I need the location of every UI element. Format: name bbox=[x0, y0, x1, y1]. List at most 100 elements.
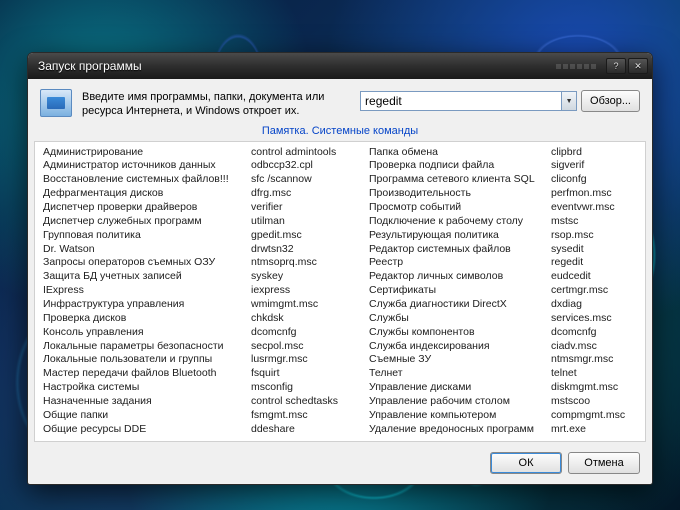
command-item[interactable]: Удаление вредоносных программ bbox=[369, 423, 543, 437]
command-item[interactable]: ntmsmgr.msc bbox=[551, 353, 637, 367]
command-item[interactable]: Администратор источников данных bbox=[43, 159, 243, 173]
command-item[interactable]: Инфраструктура управления bbox=[43, 298, 243, 312]
command-col-names-1: АдминистрированиеАдминистратор источнико… bbox=[43, 146, 243, 437]
command-item[interactable]: services.msc bbox=[551, 312, 637, 326]
command-item[interactable]: gpedit.msc bbox=[251, 229, 361, 243]
command-item[interactable]: ciadv.msc bbox=[551, 340, 637, 354]
command-item[interactable]: Общие папки bbox=[43, 409, 243, 423]
command-item[interactable]: secpol.msc bbox=[251, 340, 361, 354]
command-item[interactable]: sysedit bbox=[551, 243, 637, 257]
command-item[interactable]: ntmsoprq.msc bbox=[251, 256, 361, 270]
command-item[interactable]: Назначенные задания bbox=[43, 395, 243, 409]
command-item[interactable]: mrt.exe bbox=[551, 423, 637, 437]
command-item[interactable]: iexpress bbox=[251, 284, 361, 298]
command-item[interactable]: control schedtasks bbox=[251, 395, 361, 409]
command-item[interactable]: Администрирование bbox=[43, 146, 243, 160]
command-item[interactable]: Защита БД учетных записей bbox=[43, 270, 243, 284]
command-item[interactable]: Общие ресурсы DDE bbox=[43, 423, 243, 437]
close-button[interactable]: ✕ bbox=[628, 58, 648, 74]
command-item[interactable]: Сертификаты bbox=[369, 284, 543, 298]
command-item[interactable]: sigverif bbox=[551, 159, 637, 173]
command-item[interactable]: control admintools bbox=[251, 146, 361, 160]
cancel-button[interactable]: Отмена bbox=[568, 452, 640, 474]
command-item[interactable]: Съемные ЗУ bbox=[369, 353, 543, 367]
command-item[interactable]: Мастер передачи файлов Bluetooth bbox=[43, 367, 243, 381]
command-item[interactable]: syskey bbox=[251, 270, 361, 284]
command-item[interactable]: Управление рабочим столом bbox=[369, 395, 543, 409]
command-item[interactable]: Локальные параметры безопасности bbox=[43, 340, 243, 354]
command-item[interactable]: Управление компьютером bbox=[369, 409, 543, 423]
command-item[interactable]: Проверка подписи файла bbox=[369, 159, 543, 173]
command-item[interactable]: Служба диагностики DirectX bbox=[369, 298, 543, 312]
command-item[interactable]: ddeshare bbox=[251, 423, 361, 437]
command-item[interactable]: Диспетчер служебных программ bbox=[43, 215, 243, 229]
titlebar-decoration bbox=[556, 64, 596, 69]
command-item[interactable]: perfmon.msc bbox=[551, 187, 637, 201]
input-group: ▼ Обзор... bbox=[360, 89, 640, 112]
command-item[interactable]: Запросы операторов съемных ОЗУ bbox=[43, 256, 243, 270]
command-item[interactable]: Программа сетевого клиента SQL bbox=[369, 173, 543, 187]
command-item[interactable]: Редактор личных символов bbox=[369, 270, 543, 284]
command-item[interactable]: Службы bbox=[369, 312, 543, 326]
help-button[interactable]: ? bbox=[606, 58, 626, 74]
dropdown-button[interactable]: ▼ bbox=[562, 91, 577, 111]
command-item[interactable]: Групповая политика bbox=[43, 229, 243, 243]
command-item[interactable]: Просмотр событий bbox=[369, 201, 543, 215]
command-item[interactable]: dcomcnfg bbox=[251, 326, 361, 340]
command-item[interactable]: dfrg.msc bbox=[251, 187, 361, 201]
command-item[interactable]: dcomcnfg bbox=[551, 326, 637, 340]
command-item[interactable]: verifier bbox=[251, 201, 361, 215]
command-item[interactable]: fsmgmt.msc bbox=[251, 409, 361, 423]
command-item[interactable]: chkdsk bbox=[251, 312, 361, 326]
command-item[interactable]: Локальные пользователи и группы bbox=[43, 353, 243, 367]
command-item[interactable]: odbccp32.cpl bbox=[251, 159, 361, 173]
command-item[interactable]: Папка обмена bbox=[369, 146, 543, 160]
command-item[interactable]: compmgmt.msc bbox=[551, 409, 637, 423]
command-item[interactable]: Настройка системы bbox=[43, 381, 243, 395]
hint-link[interactable]: Памятка. Системные команды bbox=[28, 125, 652, 141]
command-item[interactable]: Реестр bbox=[369, 256, 543, 270]
command-item[interactable]: Проверка дисков bbox=[43, 312, 243, 326]
command-item[interactable]: Телнет bbox=[369, 367, 543, 381]
command-item[interactable]: Дефрагментация дисков bbox=[43, 187, 243, 201]
command-item[interactable]: eventvwr.msc bbox=[551, 201, 637, 215]
command-item[interactable]: eudcedit bbox=[551, 270, 637, 284]
command-item[interactable]: rsop.msc bbox=[551, 229, 637, 243]
titlebar[interactable]: Запуск программы ? ✕ bbox=[28, 53, 652, 79]
command-item[interactable]: clipbrd bbox=[551, 146, 637, 160]
command-item[interactable]: Диспетчер проверки драйверов bbox=[43, 201, 243, 215]
command-item[interactable]: Управление дисками bbox=[369, 381, 543, 395]
command-item[interactable]: Подключение к рабочему столу bbox=[369, 215, 543, 229]
command-item[interactable]: fsquirt bbox=[251, 367, 361, 381]
command-item[interactable]: Служба индексирования bbox=[369, 340, 543, 354]
command-item[interactable]: drwtsn32 bbox=[251, 243, 361, 257]
command-item[interactable]: msconfig bbox=[251, 381, 361, 395]
command-input[interactable] bbox=[360, 91, 562, 111]
command-item[interactable]: diskmgmt.msc bbox=[551, 381, 637, 395]
command-item[interactable]: mstscoo bbox=[551, 395, 637, 409]
command-item[interactable]: Редактор системных файлов bbox=[369, 243, 543, 257]
commands-panel: АдминистрированиеАдминистратор источнико… bbox=[34, 141, 646, 442]
command-item[interactable]: Консоль управления bbox=[43, 326, 243, 340]
command-item[interactable]: telnet bbox=[551, 367, 637, 381]
command-item[interactable]: wmimgmt.msc bbox=[251, 298, 361, 312]
command-item[interactable]: utilman bbox=[251, 215, 361, 229]
command-item[interactable]: Производительность bbox=[369, 187, 543, 201]
command-item[interactable]: Результирующая политика bbox=[369, 229, 543, 243]
instruction-text: Введите имя программы, папки, документа … bbox=[82, 89, 350, 119]
command-item[interactable]: Dr. Watson bbox=[43, 243, 243, 257]
command-item[interactable]: dxdiag bbox=[551, 298, 637, 312]
command-item[interactable]: Службы компонентов bbox=[369, 326, 543, 340]
ok-button[interactable]: ОК bbox=[490, 452, 562, 474]
dialog-footer: ОК Отмена bbox=[28, 442, 652, 484]
command-item[interactable]: regedit bbox=[551, 256, 637, 270]
command-item[interactable]: Восстановление системных файлов!!! bbox=[43, 173, 243, 187]
command-item[interactable]: sfc /scannow bbox=[251, 173, 361, 187]
command-item[interactable]: lusrmgr.msc bbox=[251, 353, 361, 367]
command-item[interactable]: IExpress bbox=[43, 284, 243, 298]
command-item[interactable]: mstsc bbox=[551, 215, 637, 229]
command-item[interactable]: cliconfg bbox=[551, 173, 637, 187]
command-item[interactable]: certmgr.msc bbox=[551, 284, 637, 298]
browse-button[interactable]: Обзор... bbox=[581, 90, 640, 112]
command-col-cmds-2: clipbrdsigverifcliconfgperfmon.msceventv… bbox=[551, 146, 637, 437]
